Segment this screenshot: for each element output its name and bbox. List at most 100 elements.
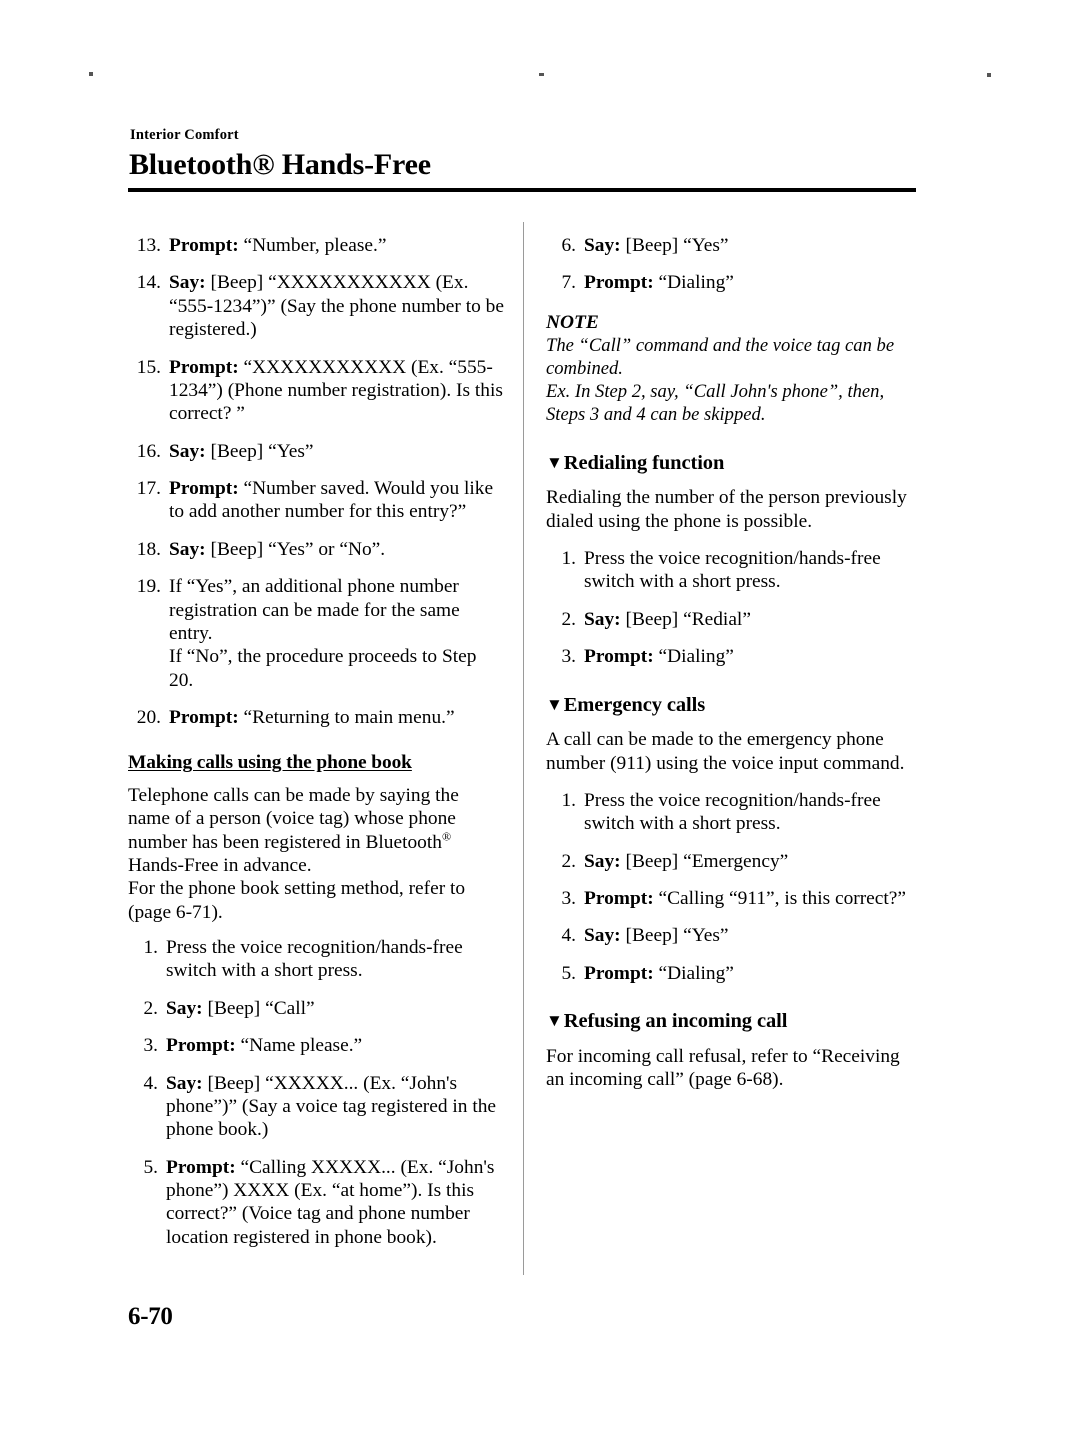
list-item-text: “Dialing” xyxy=(653,962,734,984)
list-item-label: Prompt: xyxy=(584,962,654,984)
registration-mark-left xyxy=(89,72,93,76)
page-header: Interior Comfort Bluetooth® Hands-Free xyxy=(128,127,918,182)
list-item-body: Prompt: “Dialing” xyxy=(584,962,922,985)
note-block: NOTE The “Call” command and the voice ta… xyxy=(546,311,922,427)
list-item-label: Prompt: xyxy=(166,1156,236,1178)
registration-mark-right xyxy=(987,73,991,77)
list-item-body: Say: [Beep] “Yes” xyxy=(169,440,504,463)
list-item-label: Prompt: xyxy=(169,478,239,499)
list-item-number: 3. xyxy=(561,646,576,668)
list-item-label: Say: xyxy=(584,925,621,947)
page-title-suffix: Hands-Free xyxy=(274,147,431,181)
left-continued-steps-list: 13. Prompt: “Number, please.” 14. Say: [… xyxy=(128,234,504,729)
right-column: 6. Say: [Beep] “Yes” 7. Prompt: “Dialing… xyxy=(546,234,922,1106)
list-item: 4. Say: [Beep] “Yes” xyxy=(546,924,922,947)
phonebook-intro-part1: Telephone calls can be made by saying th… xyxy=(128,784,459,853)
list-item-text: “Dialing” xyxy=(653,272,734,294)
list-item: 1. Press the voice recognition/hands-fre… xyxy=(128,936,504,983)
list-item: 2. Say: [Beep] “Redial” xyxy=(546,608,922,631)
list-item-label: Say: xyxy=(169,272,206,294)
refusing-section-heading: ▼Refusing an incoming call xyxy=(546,1009,922,1034)
list-item-body: Press the voice recognition/hands-free s… xyxy=(166,937,463,982)
list-item-text: “Returning to main menu.” xyxy=(238,707,455,728)
list-item-label: Prompt: xyxy=(584,888,654,910)
phonebook-intro-paragraph: Telephone calls can be made by saying th… xyxy=(128,784,504,924)
list-item: 13. Prompt: “Number, please.” xyxy=(128,234,504,257)
list-item-body: If “Yes”, an additional phone number reg… xyxy=(169,576,477,691)
list-item-body: Prompt: “Dialing” xyxy=(584,645,922,668)
list-item-body: Prompt: “Calling “911”, is this correct?… xyxy=(584,887,922,910)
list-item-number: 2. xyxy=(561,608,576,630)
list-item: 19. If “Yes”, an additional phone number… xyxy=(128,575,504,692)
redialing-intro-paragraph: Redialing the number of the person previ… xyxy=(546,487,907,532)
list-item-text: [Beep] “Redial” xyxy=(620,608,751,630)
list-item-number: 1. xyxy=(143,937,158,958)
list-item-body: Say: [Beep] “Emergency” xyxy=(584,850,922,873)
list-item: 18. Say: [Beep] “Yes” or “No”. xyxy=(128,538,504,561)
list-item-body: Prompt: “Name please.” xyxy=(166,1034,504,1057)
list-item-body: Prompt: “XXXXXXXXXXX (Ex. “555-1234”) (P… xyxy=(169,356,504,426)
note-line-2: Ex. In Step 2, say, “Call John's phone”,… xyxy=(546,380,885,425)
list-item-label: Say: xyxy=(584,850,621,872)
phonebook-section-heading: Making calls using the phone book xyxy=(128,752,412,774)
list-item-body: Prompt: “Dialing” xyxy=(584,271,922,294)
list-item: 16. Say: [Beep] “Yes” xyxy=(128,440,504,463)
manual-page: Interior Comfort Bluetooth® Hands-Free 1… xyxy=(0,0,1080,1456)
list-item-number: 13. xyxy=(136,235,161,256)
refusing-body-paragraph: For incoming call refusal, refer to “Rec… xyxy=(546,1045,900,1091)
registration-mark-center xyxy=(539,73,544,76)
list-item: 14. Say: [Beep] “XXXXXXXXXXX (Ex. “555-1… xyxy=(128,271,504,341)
list-item-text: “Name please.” xyxy=(235,1035,363,1057)
redialing-section-heading: ▼Redialing function xyxy=(546,451,922,476)
list-item-number: 15. xyxy=(136,356,161,378)
list-item: 3. Prompt: “Calling “911”, is this corre… xyxy=(546,887,922,910)
list-item-number: 18. xyxy=(136,538,161,560)
list-item-text: [Beep] “Yes” xyxy=(205,440,314,462)
list-item: 17. Prompt: “Number saved. Would you lik… xyxy=(128,477,504,524)
list-item-number: 16. xyxy=(136,440,161,462)
list-item-body: Prompt: “Calling XXXXX... (Ex. “John's p… xyxy=(166,1156,504,1250)
left-column: 13. Prompt: “Number, please.” 14. Say: [… xyxy=(128,234,504,1249)
column-divider xyxy=(523,222,524,1275)
list-item-label: Say: xyxy=(584,235,621,256)
list-item-text: “Number, please.” xyxy=(238,235,387,256)
list-item-label: Say: xyxy=(166,1072,203,1094)
phonebook-steps-list: 1. Press the voice recognition/hands-fre… xyxy=(128,936,504,1249)
list-item-body: Say: [Beep] “Yes” xyxy=(584,234,922,257)
list-item-label: Prompt: xyxy=(169,235,239,256)
list-item-body: Say: [Beep] “XXXXX... (Ex. “John's phone… xyxy=(166,1072,504,1142)
list-item-body: Press the voice recognition/hands-free s… xyxy=(584,789,881,835)
phonebook-intro-part2: Hands-Free in advance. xyxy=(128,854,312,876)
list-item: 2. Say: [Beep] “Emergency” xyxy=(546,850,922,873)
list-item-text: [Beep] “Yes” xyxy=(620,235,729,256)
list-item-number: 14. xyxy=(136,272,161,294)
list-item-label: Prompt: xyxy=(584,646,654,668)
list-item-body: Say: [Beep] “Redial” xyxy=(584,608,922,631)
list-item-number: 3. xyxy=(561,888,576,910)
list-item: 4. Say: [Beep] “XXXXX... (Ex. “John's ph… xyxy=(128,1072,504,1142)
triangle-down-icon: ▼ xyxy=(546,452,563,472)
emergency-section-heading: ▼Emergency calls xyxy=(546,693,922,718)
list-item-label: Prompt: xyxy=(166,1035,236,1057)
list-item-label: Say: xyxy=(166,997,203,1019)
list-item-number: 17. xyxy=(136,478,161,499)
refusing-heading-text: Refusing an incoming call xyxy=(563,1010,788,1033)
list-item-number: 4. xyxy=(143,1072,158,1094)
list-item-label: Prompt: xyxy=(584,272,654,294)
list-item-number: 4. xyxy=(561,925,576,947)
page-title: Bluetooth® Hands-Free xyxy=(129,148,918,182)
list-item-body: Say: [Beep] “Yes” or “No”. xyxy=(169,538,504,561)
list-item-text: “Calling “911”, is this correct?” xyxy=(653,888,907,910)
list-item-number: 1. xyxy=(561,548,576,569)
list-item-number: 1. xyxy=(561,789,576,811)
list-item-body: Press the voice recognition/hands-free s… xyxy=(584,548,881,593)
redialing-steps-list: 1. Press the voice recognition/hands-fre… xyxy=(546,547,922,669)
list-item-number: 2. xyxy=(561,850,576,872)
list-item: 2. Say: [Beep] “Call” xyxy=(128,997,504,1020)
list-item-number: 2. xyxy=(143,997,158,1019)
list-item-text: [Beep] “Call” xyxy=(202,997,315,1019)
list-item-text: [Beep] “XXXXXXXXXXX (Ex. “555-1234”)” (S… xyxy=(169,272,504,341)
list-item-body: Say: [Beep] “Yes” xyxy=(584,924,922,947)
list-item-number: 5. xyxy=(143,1156,158,1178)
emergency-heading-text: Emergency calls xyxy=(563,693,706,716)
